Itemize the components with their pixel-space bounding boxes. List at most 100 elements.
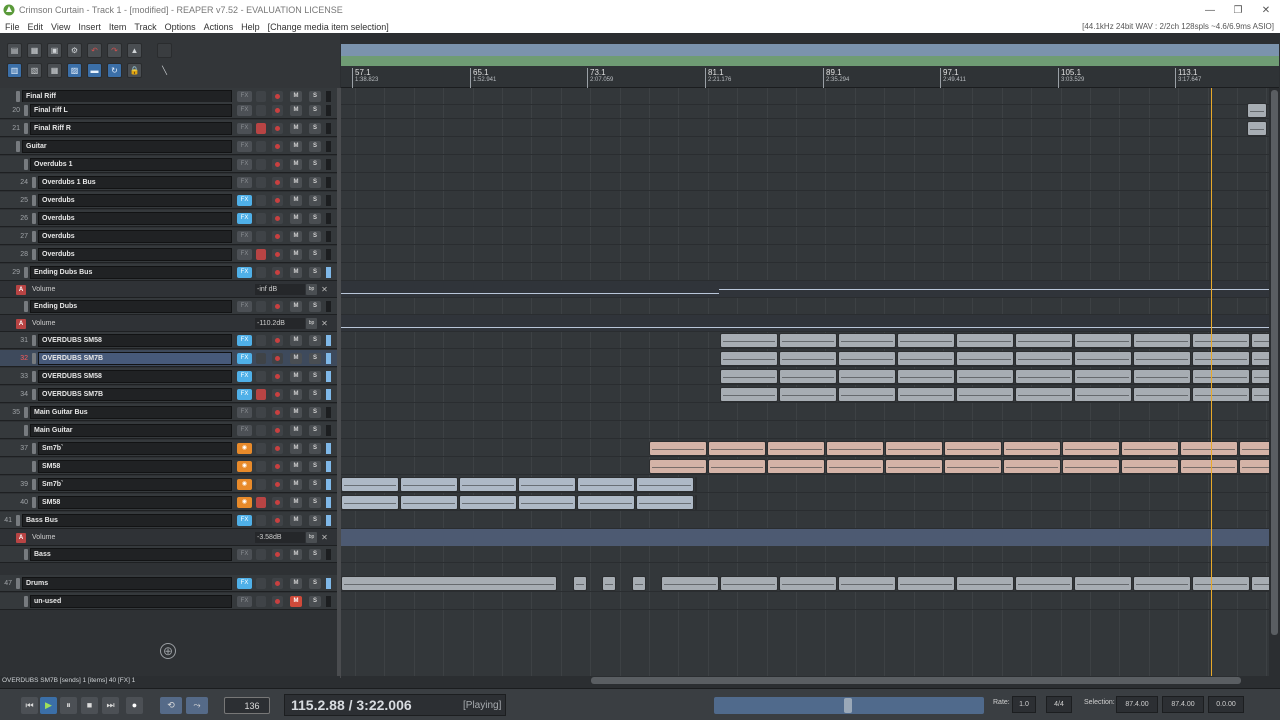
- media-item[interactable]: [1192, 576, 1250, 591]
- media-item[interactable]: [1192, 351, 1250, 366]
- media-item[interactable]: [838, 576, 896, 591]
- track-header[interactable]: 40 SM58 ◉ M S: [0, 494, 337, 511]
- io-routing-icon[interactable]: [256, 105, 266, 116]
- solo-button[interactable]: S: [309, 425, 321, 436]
- io-routing-icon[interactable]: [256, 267, 266, 278]
- media-item[interactable]: [602, 576, 616, 591]
- media-item[interactable]: [720, 333, 778, 348]
- selection-length-field[interactable]: 0.0.00: [1208, 696, 1244, 713]
- media-item[interactable]: [1015, 369, 1073, 384]
- track-lane[interactable]: [341, 546, 1269, 563]
- minimize-icon[interactable]: —: [1196, 0, 1224, 20]
- media-item[interactable]: [1062, 441, 1120, 456]
- track-lane[interactable]: [341, 210, 1269, 227]
- record-arm-button[interactable]: [272, 371, 283, 382]
- media-item[interactable]: [1074, 333, 1132, 348]
- media-item[interactable]: [838, 387, 896, 402]
- track-header[interactable]: Guitar FX M S: [0, 138, 337, 155]
- media-item[interactable]: [767, 441, 825, 456]
- track-header[interactable]: 39 Sm7b` ◉ M S: [0, 476, 337, 493]
- media-item[interactable]: [1015, 387, 1073, 402]
- time-signature-field[interactable]: 4/4: [1046, 696, 1072, 713]
- item-grouping-icon[interactable]: ▨: [67, 63, 82, 78]
- media-item[interactable]: [767, 459, 825, 474]
- record-arm-button[interactable]: [272, 549, 283, 560]
- track-header[interactable]: 41 Bass Bus FX M S: [0, 512, 337, 529]
- solo-button[interactable]: S: [309, 91, 321, 102]
- media-item[interactable]: [1180, 459, 1238, 474]
- automation-badge[interactable]: A: [16, 285, 26, 295]
- media-item[interactable]: [636, 477, 694, 492]
- audio-device-status[interactable]: [44.1kHz 24bit WAV : 2/2ch 128spls ~4.6/…: [1082, 20, 1274, 33]
- media-item[interactable]: [1003, 441, 1061, 456]
- media-item[interactable]: [1247, 121, 1267, 136]
- mute-button[interactable]: M: [290, 461, 302, 472]
- media-item[interactable]: [1192, 387, 1250, 402]
- io-routing-icon[interactable]: [256, 123, 266, 134]
- menu-help[interactable]: Help: [237, 22, 264, 32]
- media-item[interactable]: [661, 576, 719, 591]
- media-item[interactable]: [341, 477, 399, 492]
- menu-insert[interactable]: Insert: [74, 22, 105, 32]
- folder-indicator-icon[interactable]: [24, 425, 28, 436]
- record-arm-button[interactable]: [272, 335, 283, 346]
- folder-indicator-icon[interactable]: [24, 407, 28, 418]
- loop-toggle[interactable]: ⤳: [186, 697, 208, 714]
- track-lane[interactable]: [341, 138, 1269, 155]
- folder-indicator-icon[interactable]: [24, 159, 28, 170]
- fx-button[interactable]: ◉: [237, 461, 252, 472]
- mute-button[interactable]: M: [290, 249, 302, 260]
- record-arm-button[interactable]: [272, 497, 283, 508]
- media-item[interactable]: [1247, 103, 1267, 118]
- fx-button[interactable]: FX: [237, 91, 252, 102]
- io-routing-icon[interactable]: [256, 91, 266, 102]
- solo-button[interactable]: S: [309, 461, 321, 472]
- io-routing-icon[interactable]: [256, 389, 266, 400]
- media-item[interactable]: [1192, 333, 1250, 348]
- track-lane[interactable]: [341, 404, 1269, 421]
- media-item[interactable]: [1003, 459, 1061, 474]
- media-item[interactable]: [518, 495, 576, 510]
- media-item[interactable]: [1251, 387, 1269, 402]
- fx-button[interactable]: FX: [237, 549, 252, 560]
- track-header[interactable]: Main Guitar FX M S: [0, 422, 337, 439]
- folder-indicator-icon[interactable]: [24, 301, 28, 312]
- envelope-points-icon[interactable]: ▬: [87, 63, 102, 78]
- snap-icon[interactable]: ▧: [27, 63, 42, 78]
- media-item[interactable]: [1074, 387, 1132, 402]
- folder-indicator-icon[interactable]: [32, 231, 36, 242]
- track-name-box[interactable]: [30, 548, 232, 561]
- track-lane[interactable]: [341, 102, 1269, 119]
- record-arm-button[interactable]: [272, 301, 283, 312]
- record-arm-button[interactable]: [272, 105, 283, 116]
- mute-button[interactable]: M: [290, 389, 302, 400]
- io-routing-icon[interactable]: [256, 549, 266, 560]
- track-name-box[interactable]: [22, 140, 232, 153]
- track-lane[interactable]: [341, 264, 1269, 281]
- selection-end-field[interactable]: 87.4.00: [1162, 696, 1204, 713]
- horizontal-scroll-thumb[interactable]: [591, 677, 1241, 684]
- media-item[interactable]: [1239, 441, 1269, 456]
- folder-indicator-icon[interactable]: [32, 443, 36, 454]
- repeat-toggle[interactable]: ⟲: [160, 697, 182, 714]
- go-to-end-icon[interactable]: ⏭: [102, 697, 119, 714]
- track-header[interactable]: 28 Overdubs FX M S: [0, 246, 337, 263]
- mute-button[interactable]: M: [290, 479, 302, 490]
- envelope-close-icon[interactable]: ✕: [320, 318, 329, 329]
- fx-button[interactable]: FX: [237, 267, 252, 278]
- record-arm-button[interactable]: [272, 353, 283, 364]
- media-item[interactable]: [1015, 576, 1073, 591]
- fx-button[interactable]: FX: [237, 425, 252, 436]
- fx-button[interactable]: FX: [237, 177, 252, 188]
- folder-indicator-icon[interactable]: [32, 461, 36, 472]
- crossfade-icon[interactable]: ↻: [107, 63, 122, 78]
- fx-button[interactable]: FX: [237, 371, 252, 382]
- folder-indicator-icon[interactable]: [24, 549, 28, 560]
- undo-history-hint[interactable]: [Change media item selection]: [264, 22, 393, 32]
- jog-slider[interactable]: [714, 697, 984, 714]
- menu-edit[interactable]: Edit: [24, 22, 48, 32]
- media-item[interactable]: [1121, 459, 1179, 474]
- fx-button[interactable]: ◉: [237, 497, 252, 508]
- io-routing-icon[interactable]: [256, 177, 266, 188]
- fx-button[interactable]: FX: [237, 301, 252, 312]
